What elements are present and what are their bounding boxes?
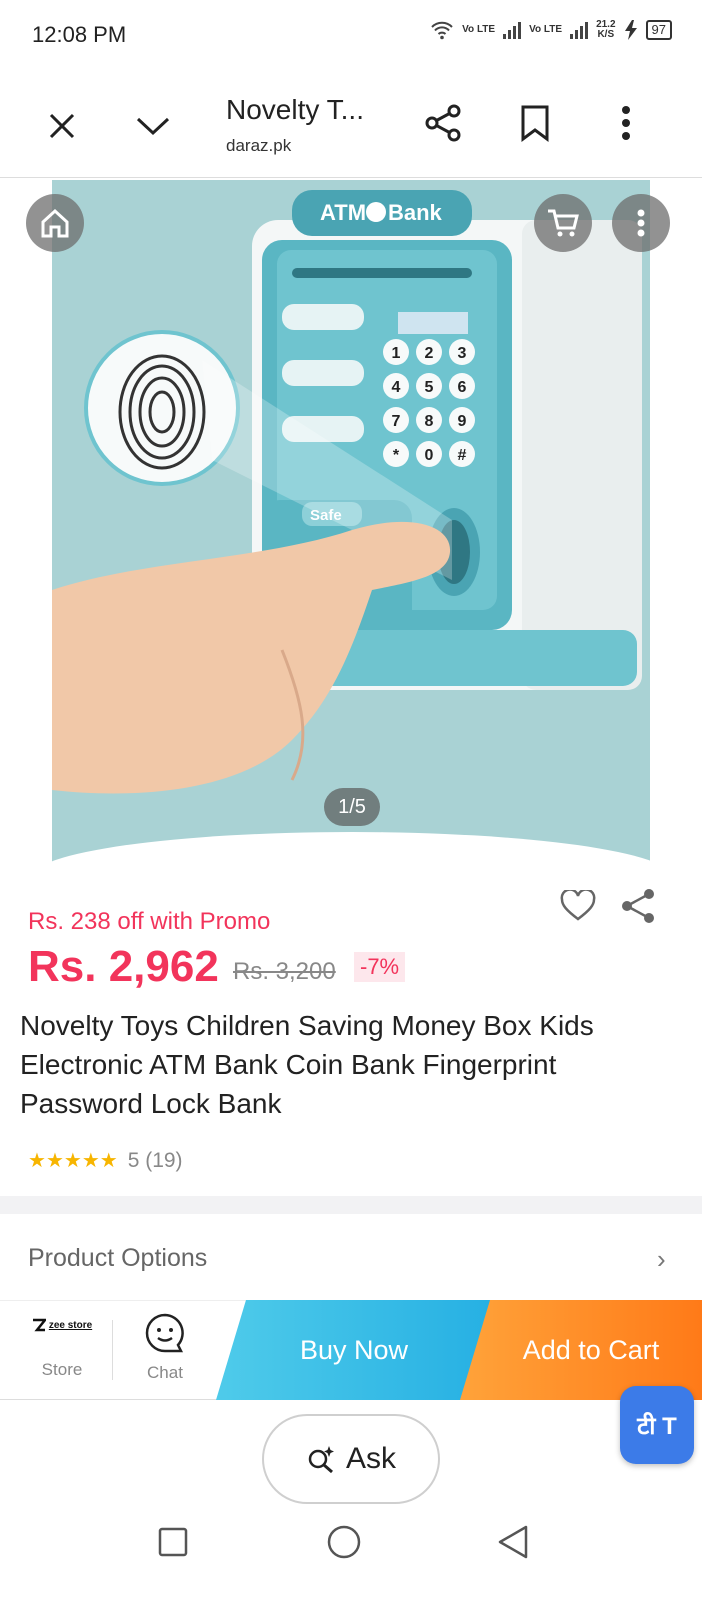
section-divider xyxy=(0,1196,702,1214)
gallery-counter: 1/5 xyxy=(324,788,380,826)
store-logo: zee store xyxy=(24,1318,100,1332)
keypad-key-label: 7 xyxy=(392,413,401,430)
cart-icon[interactable] xyxy=(534,194,592,252)
store-logo-icon xyxy=(32,1318,46,1332)
share-product-icon[interactable] xyxy=(616,884,660,928)
ask-sparkle-icon xyxy=(308,1446,334,1474)
home-nav-icon[interactable] xyxy=(326,1524,362,1560)
back-icon[interactable] xyxy=(496,1524,530,1560)
chat-label: Chat xyxy=(147,1363,183,1382)
status-icons: Vo LTE Vo LTE 21.2 K/S 97 xyxy=(430,20,672,40)
original-price: Rs. 3,200 xyxy=(233,958,336,985)
keypad-key-label: # xyxy=(458,447,467,464)
status-time: 12:08 PM xyxy=(32,22,127,47)
store-label: Store xyxy=(41,1360,83,1379)
atm-sign-right: Bank xyxy=(388,200,443,225)
keypad-key-label: * xyxy=(393,447,400,464)
keypad-key-label: 6 xyxy=(458,379,467,396)
recent-apps-icon[interactable] xyxy=(157,1526,189,1558)
star-icon: ★ xyxy=(28,1150,46,1172)
chevron-down-icon[interactable] xyxy=(130,104,176,148)
product-image[interactable]: ATM Bank 123456789*0# Safe xyxy=(52,180,650,882)
discount-badge: -7% xyxy=(354,952,406,982)
buy-now-button[interactable]: Buy Now xyxy=(216,1300,492,1400)
signal-icon xyxy=(570,21,589,39)
ask-button[interactable]: Ask xyxy=(262,1414,440,1504)
status-bar: 12:08 PM Vo LTE Vo LTE 21.2 K/S 97 xyxy=(0,0,702,70)
add-to-cart-button[interactable]: Add to Cart xyxy=(460,1300,702,1400)
share-icon[interactable] xyxy=(420,100,466,146)
battery-icon: 97 xyxy=(645,20,672,40)
network-label-1: Vo LTE xyxy=(462,24,496,35)
product-options[interactable]: Product Options xyxy=(28,1244,207,1273)
bookmark-icon[interactable] xyxy=(512,100,558,146)
keypad-key-label: 8 xyxy=(425,413,434,430)
system-nav-bar xyxy=(0,1520,702,1600)
page-url: daraz.pk xyxy=(226,136,292,155)
chevron-right-icon[interactable]: › xyxy=(657,1244,666,1275)
star-rating: ★★★★★ xyxy=(28,1148,118,1173)
rating-text: 5 (19) xyxy=(127,1148,183,1172)
keypad-key-label: 9 xyxy=(458,413,467,430)
keypad-key-label: 2 xyxy=(425,345,434,362)
star-icon: ★ xyxy=(81,1150,100,1172)
product-title: Novelty Toys Children Saving Money Box K… xyxy=(20,1010,594,1119)
store-button[interactable]: zee store Store xyxy=(24,1312,100,1380)
keypad-key-label: 3 xyxy=(458,345,467,362)
charging-icon xyxy=(624,20,637,40)
home-icon[interactable] xyxy=(26,194,84,252)
network-speed: 21.2 K/S xyxy=(596,19,616,40)
keypad-key-label: 5 xyxy=(425,379,434,396)
atm-sign-left: ATM xyxy=(320,200,366,225)
promo-text: Rs. 238 off with Promo xyxy=(28,908,271,935)
browser-toolbar: Novelty T... daraz.pk xyxy=(0,70,702,178)
ask-label: Ask xyxy=(345,1442,396,1475)
page-title: Novelty T... xyxy=(226,94,364,125)
atm-bank-illustration: ATM Bank 123456789*0# Safe xyxy=(52,190,642,794)
keypad-key-label: 1 xyxy=(392,345,401,362)
keypad-key-label: 0 xyxy=(425,447,434,464)
divider xyxy=(112,1320,113,1380)
signal-icon xyxy=(503,21,522,39)
current-price: Rs. 2,962 xyxy=(28,942,219,991)
heart-icon[interactable] xyxy=(556,884,600,928)
star-icon: ★ xyxy=(99,1150,118,1172)
chat-icon xyxy=(145,1313,184,1353)
rating[interactable]: ★★★★★ 5 (19) xyxy=(28,1148,183,1173)
more-vertical-icon[interactable] xyxy=(606,100,646,146)
close-icon[interactable] xyxy=(40,104,84,148)
more-options-icon[interactable] xyxy=(612,194,670,252)
chat-button[interactable]: Chat xyxy=(130,1312,200,1383)
network-label-2: Vo LTE xyxy=(529,24,563,35)
star-icon: ★ xyxy=(45,1150,64,1172)
star-icon: ★ xyxy=(63,1150,82,1172)
keypad-key-label: 4 xyxy=(392,379,401,396)
wifi-icon xyxy=(431,21,453,40)
translate-button[interactable]: टी T xyxy=(620,1386,694,1464)
